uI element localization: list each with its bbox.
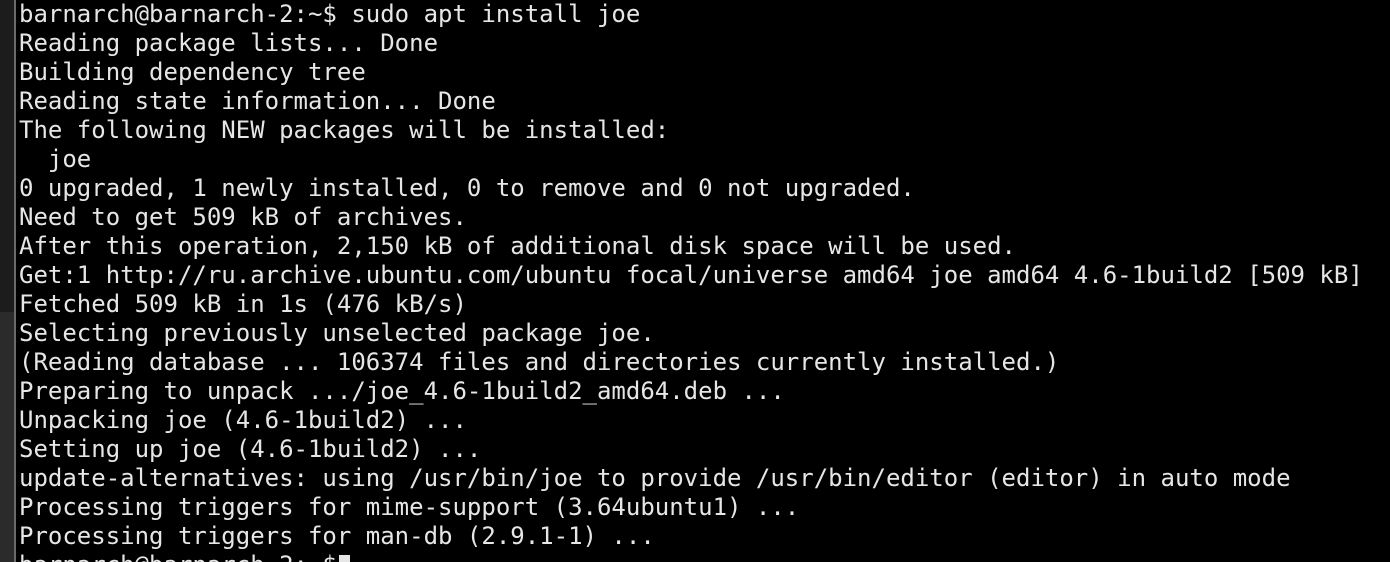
- terminal-line-command: barnarch@barnarch-2:~$ sudo apt install …: [19, 0, 641, 28]
- window-left-edge-shade: [0, 312, 14, 562]
- terminal-line: joe: [19, 145, 92, 173]
- terminal-prompt-line[interactable]: barnarch@barnarch-2:~$: [19, 551, 1387, 562]
- terminal-output[interactable]: barnarch@barnarch-2:~$ sudo apt install …: [19, 0, 1387, 562]
- terminal-line: Fetched 509 kB in 1s (476 kB/s): [19, 290, 467, 318]
- terminal-line: 0 upgraded, 1 newly installed, 0 to remo…: [19, 174, 915, 202]
- terminal-line: Get:1 http://ru.archive.ubuntu.com/ubunt…: [19, 261, 1363, 289]
- terminal-line: The following NEW packages will be insta…: [19, 116, 670, 144]
- terminal-line: Unpacking joe (4.6-1build2) ...: [19, 406, 467, 434]
- window-border: [14, 0, 16, 562]
- terminal-line: Processing triggers for man-db (2.9.1-1)…: [19, 522, 655, 550]
- terminal-line: Processing triggers for mime-support (3.…: [19, 493, 800, 521]
- terminal-prompt: barnarch@barnarch-2:~$: [19, 551, 337, 562]
- terminal-line: Setting up joe (4.6-1build2) ...: [19, 435, 482, 463]
- terminal-line: Reading package lists... Done: [19, 29, 439, 57]
- terminal-line: Need to get 509 kB of archives.: [19, 203, 467, 231]
- terminal-line: Preparing to unpack .../joe_4.6-1build2_…: [19, 377, 785, 405]
- terminal-line: After this operation, 2,150 kB of additi…: [19, 232, 1016, 260]
- terminal-cursor: [338, 555, 350, 562]
- terminal-line: (Reading database ... 106374 files and d…: [19, 348, 1060, 376]
- terminal-line: update-alternatives: using /usr/bin/joe …: [19, 464, 1291, 492]
- terminal-line: Building dependency tree: [19, 58, 366, 86]
- window-left-edge: [0, 0, 16, 562]
- terminal-line: Reading state information... Done: [19, 87, 496, 115]
- terminal-line: Selecting previously unselected package …: [19, 319, 655, 347]
